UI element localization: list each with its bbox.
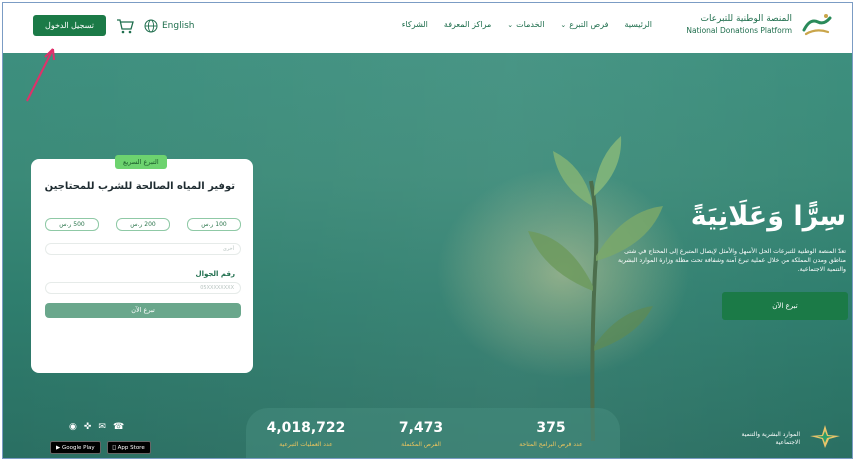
nav-item-knowledge[interactable]: مراكز المعرفة <box>444 20 491 29</box>
stat-donation-operations: 4,018,722 عدد العمليات التبرعية <box>261 420 351 448</box>
nav-item-opportunities[interactable]: فرص التبرع⌄ <box>560 20 608 29</box>
play-icon: ▶ <box>56 445 61 451</box>
nav-label: الشركاء <box>401 20 428 29</box>
logo-english: National Donations Platform <box>686 26 792 35</box>
nav-label: الخدمات <box>516 20 545 29</box>
seedling-illustration <box>528 136 663 441</box>
custom-amount-input[interactable]: أخرى <box>45 243 241 255</box>
twitter-icon[interactable]: ✜ <box>84 422 92 432</box>
amount-value: 500 <box>73 221 85 228</box>
ministry-name: الموارد البشرية والتنمية الاجتماعية <box>741 431 800 446</box>
apple-icon:  <box>113 445 116 451</box>
card-donate-button[interactable]: تبرع الآن <box>45 303 241 318</box>
tabarru-logo-icon <box>802 14 832 36</box>
chevron-down-icon: ⌄ <box>507 21 514 29</box>
stat-value: 375 <box>536 420 566 436</box>
quick-donation-card: التبرع السريع توفير المياه الصالحة للشرب… <box>31 155 253 373</box>
store-label: Google Play <box>61 445 95 451</box>
amount-options: 100 ر.س 200 ر.س 500 ر.س <box>45 218 241 231</box>
stat-value: 4,018,722 <box>266 420 346 436</box>
hero-section: التبرع السريع توفير المياه الصالحة للشرب… <box>3 53 852 458</box>
language-switch[interactable]: English <box>144 19 195 33</box>
nav-item-home[interactable]: الرئيسية <box>624 20 652 29</box>
phone-label: رقم الجوال <box>195 270 235 278</box>
stat-label: عدد فرص البرامج المتاحة <box>519 441 583 448</box>
stats-bar: 4,018,722 عدد العمليات التبرعية 7,473 ال… <box>246 408 620 458</box>
stat-completed-opportunities: 7,473 الفرص المكتملة <box>376 420 466 448</box>
currency-label: ر.س <box>59 221 72 228</box>
nav-label: فرص التبرع <box>569 20 609 29</box>
stat-label: الفرص المكتملة <box>401 441 441 448</box>
whatsapp-icon[interactable]: ☎ <box>113 422 124 432</box>
amount-option-100[interactable]: 100 ر.س <box>187 218 241 231</box>
phone-input[interactable]: 05XXXXXXXX <box>45 282 241 294</box>
stat-label: عدد العمليات التبرعية <box>279 441 333 448</box>
stat-available-programs: 375 عدد فرص البرامج المتاحة <box>496 420 606 448</box>
stat-value: 7,473 <box>398 420 444 436</box>
amount-option-500[interactable]: 500 ر.س <box>45 218 99 231</box>
currency-label: ر.س <box>201 221 214 228</box>
amount-value: 200 <box>144 221 156 228</box>
header-tools: تسجيل الدخول English <box>33 15 194 36</box>
cart-icon[interactable] <box>116 18 134 34</box>
currency-label: ر.س <box>130 221 143 228</box>
hero-donate-button[interactable]: تبرع الآن <box>722 292 848 320</box>
nav-label: مراكز المعرفة <box>443 20 492 29</box>
browser-frame: المنصة الوطنية للتبرعات National Donatio… <box>2 2 853 459</box>
nav-item-partners[interactable]: الشركاء <box>402 20 428 29</box>
app-store-links: ▶ Google Play  App Store <box>50 441 151 454</box>
hero-headline: سِرًّا وَعَلَانِيَةً <box>690 201 846 232</box>
amount-value: 100 <box>215 221 227 228</box>
email-icon[interactable]: ✉ <box>98 422 106 432</box>
ministry-logo-icon <box>810 425 840 448</box>
google-play-button[interactable]: ▶ Google Play <box>50 441 101 454</box>
app-store-button[interactable]:  App Store <box>106 441 151 454</box>
instagram-icon[interactable]: ◉ <box>69 422 77 432</box>
nav-item-services[interactable]: الخدمات⌄ <box>507 20 544 29</box>
hero-description: تعدّ المنصة الوطنية للتبرعات الحل الأسهل… <box>617 248 846 273</box>
logo-arabic: المنصة الوطنية للتبرعات <box>700 14 792 24</box>
language-label: English <box>161 20 195 31</box>
globe-icon <box>144 19 158 32</box>
quick-donation-tag: التبرع السريع <box>115 155 167 169</box>
login-button[interactable]: تسجيل الدخول <box>33 15 106 36</box>
social-links: ◉ ✜ ✉ ☎ <box>69 422 124 432</box>
site-header: المنصة الوطنية للتبرعات National Donatio… <box>3 3 852 53</box>
amount-option-200[interactable]: 200 ر.س <box>116 218 170 231</box>
donation-title: توفير المياه الصالحة للشرب للمحتاجين <box>44 181 235 192</box>
chevron-down-icon: ⌄ <box>560 21 567 29</box>
nav-label: الرئيسية <box>624 20 652 29</box>
site-logo[interactable]: المنصة الوطنية للتبرعات National Donatio… <box>686 12 834 38</box>
store-label: App Store <box>112 445 145 451</box>
logo-text: المنصة الوطنية للتبرعات National Donatio… <box>686 13 792 37</box>
main-nav: الرئيسية فرص التبرع⌄ الخدمات⌄ مراكز المع… <box>402 20 652 29</box>
